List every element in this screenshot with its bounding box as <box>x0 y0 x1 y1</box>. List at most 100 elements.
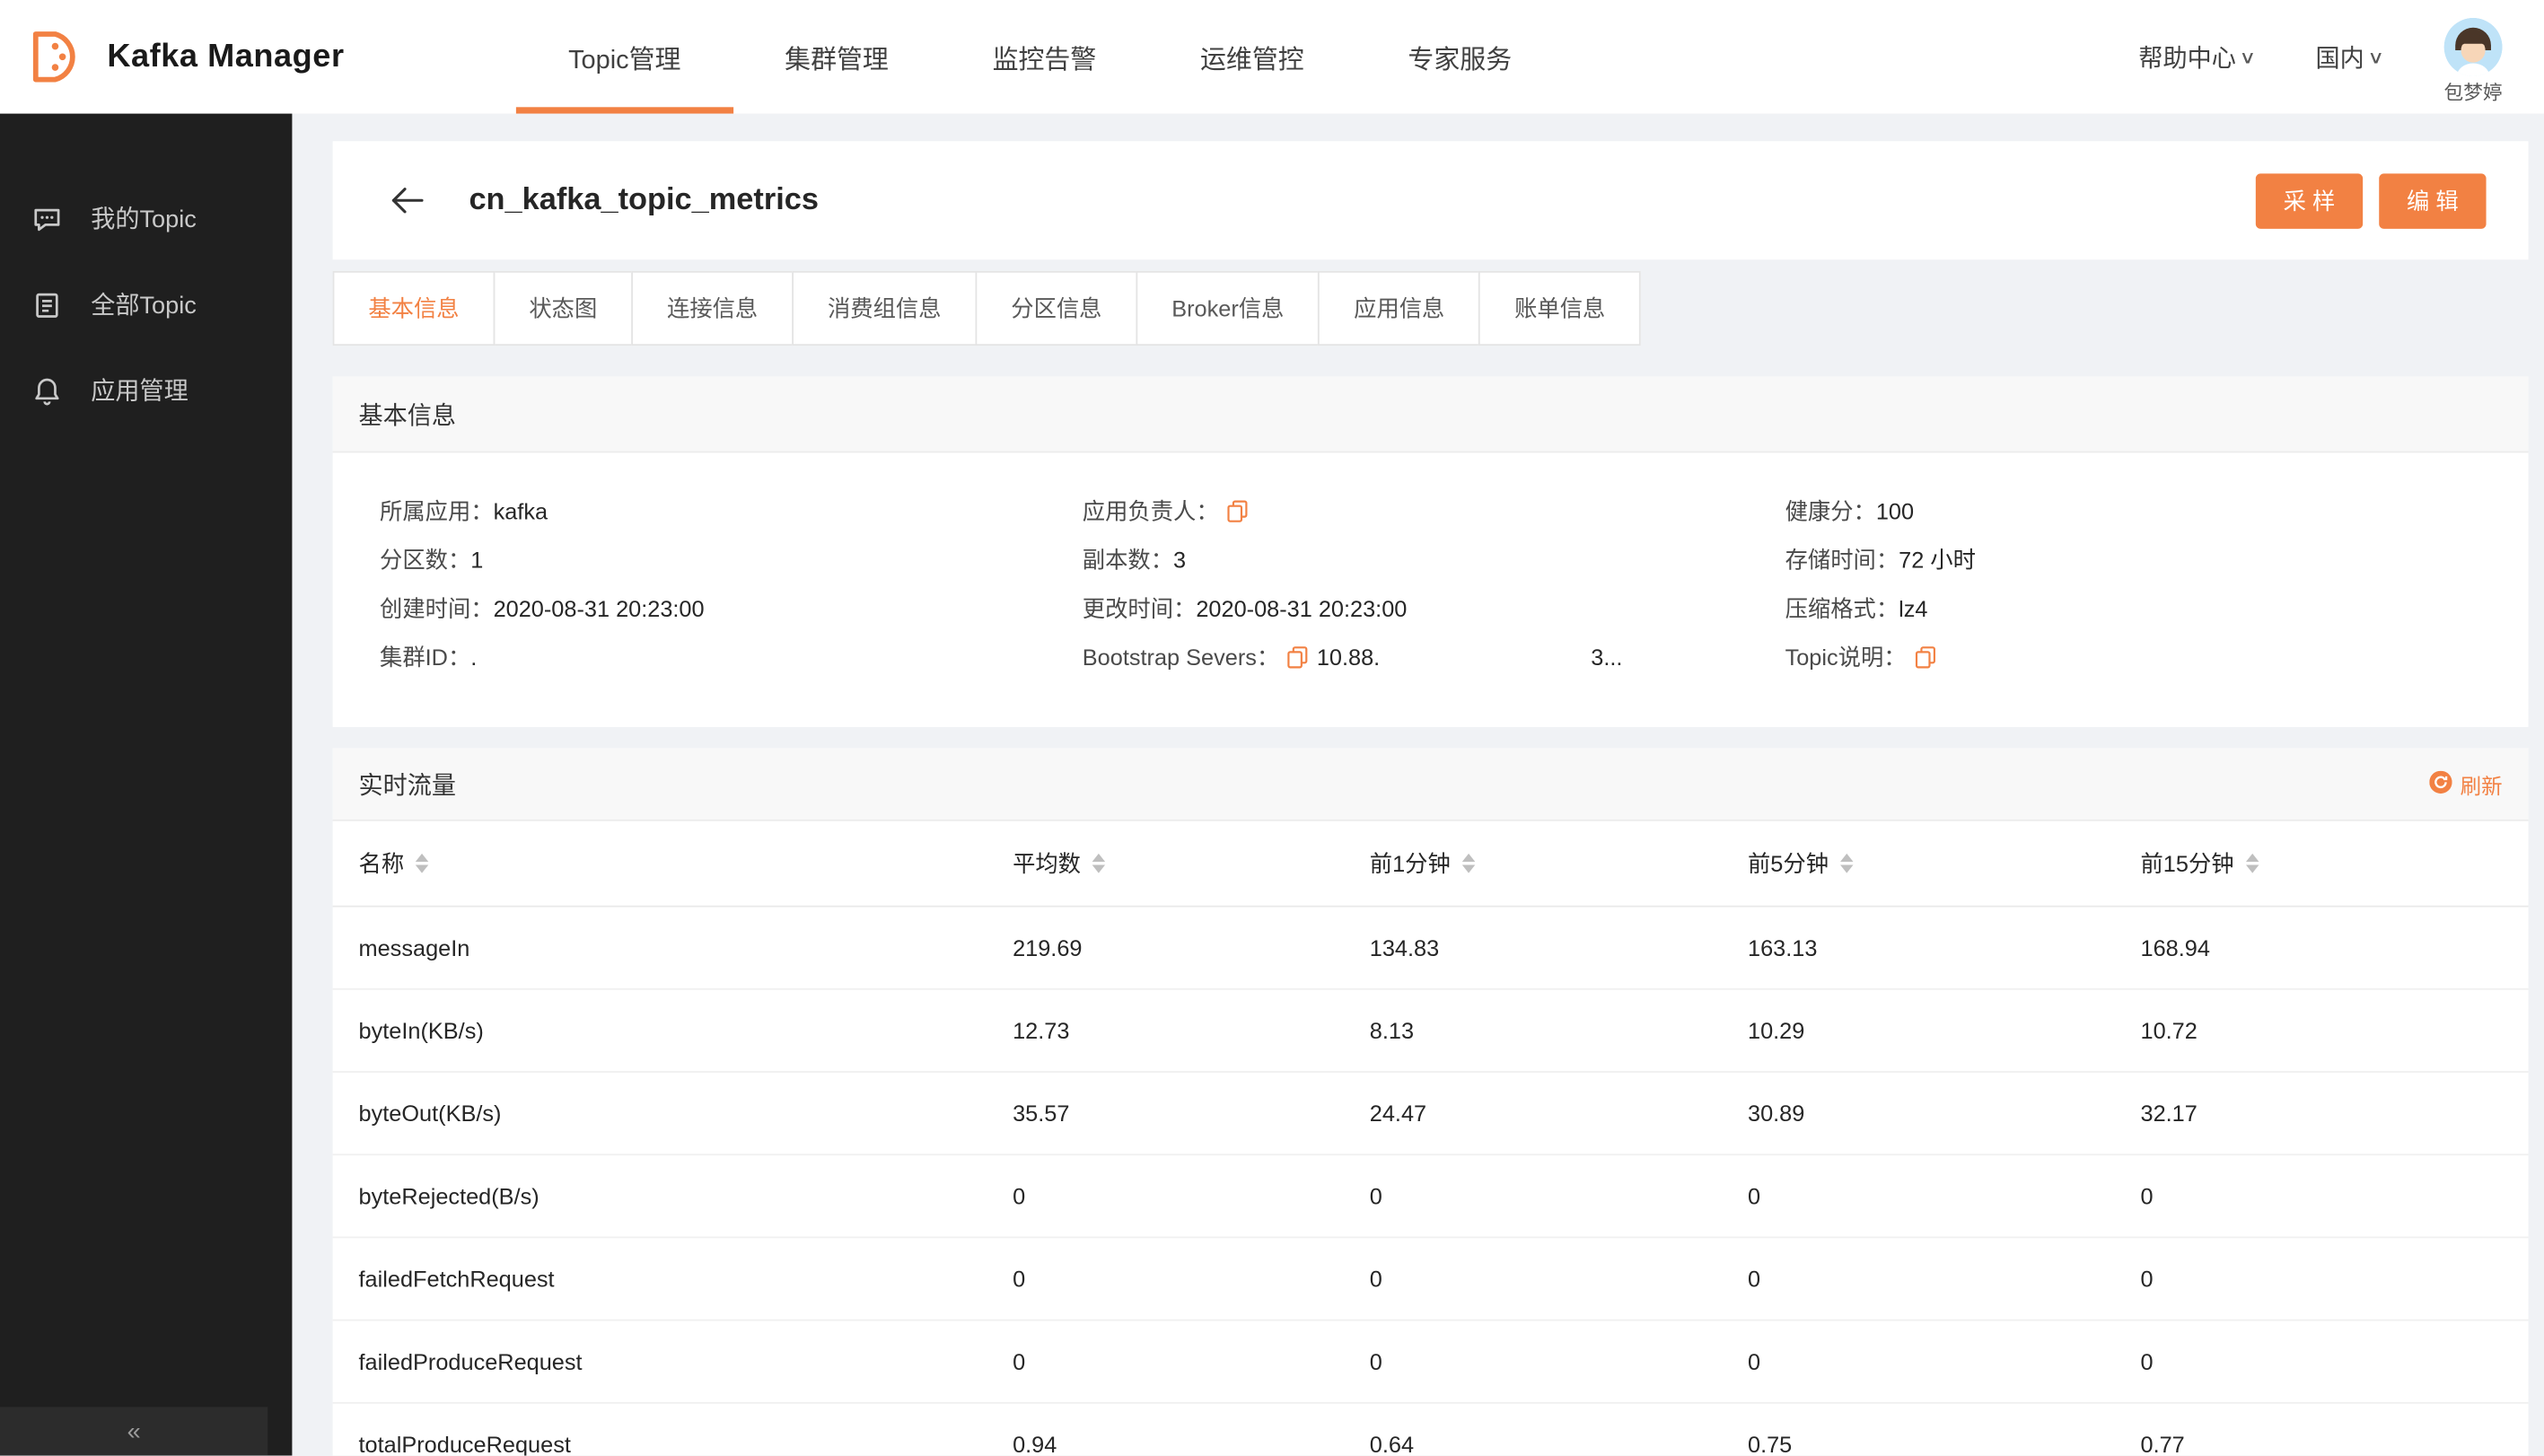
metric-value: 30.89 <box>1748 1100 1805 1127</box>
field-modify-time: 更改时间： 2020-08-31 20:23:00 <box>1082 595 1408 622</box>
table-row: messageIn 219.69 134.83 163.13 168.94 <box>332 908 2529 990</box>
field-partition-count: 分区数： 1 <box>380 547 484 574</box>
metric-value: 0 <box>1369 1182 1382 1209</box>
table-row: totalProduceRequest 0.94 0.64 0.75 0.77 <box>333 1404 2529 1456</box>
field-bootstrap-servers: Bootstrap Severs： 10.88. 3... <box>1082 644 1623 671</box>
collapse-icon: « <box>127 1417 141 1445</box>
tab-consumer-group-info[interactable]: 消费组信息 <box>792 270 978 346</box>
column-header-last-15min[interactable]: 前15分钟 <box>2140 847 2528 880</box>
metric-value: 0.64 <box>1369 1431 1415 1456</box>
copy-icon[interactable] <box>1915 646 1936 669</box>
metric-value: 8.13 <box>1369 1017 1415 1044</box>
nav-item-cluster-management[interactable]: 集群管理 <box>732 0 940 114</box>
metric-value: 32.17 <box>2140 1100 2197 1127</box>
tab-basic-info[interactable]: 基本信息 <box>332 270 496 346</box>
sort-icon[interactable] <box>1092 853 1106 873</box>
metric-value: 0.75 <box>1748 1431 1793 1456</box>
sort-icon[interactable] <box>1839 853 1854 873</box>
tab-broker-info[interactable]: Broker信息 <box>1136 270 1320 346</box>
metric-name: messageIn <box>358 934 470 961</box>
refresh-label: 刷新 <box>2460 773 2503 798</box>
help-center-menu[interactable]: 帮助中心 ∨ <box>2138 39 2257 74</box>
region-menu[interactable]: 国内 ∨ <box>2315 39 2385 74</box>
metric-value: 0 <box>2140 1182 2154 1209</box>
metric-value: 134.83 <box>1369 934 1440 961</box>
refresh-icon <box>2429 769 2452 798</box>
metric-value: 0 <box>1748 1182 1761 1209</box>
sample-button[interactable]: 采 样 <box>2255 172 2364 228</box>
column-header-name[interactable]: 名称 <box>359 847 1013 880</box>
sidebar-item-app-management[interactable]: 应用管理 <box>0 347 292 434</box>
tab-app-info[interactable]: 应用信息 <box>1318 270 1481 346</box>
sort-icon[interactable] <box>2245 853 2259 873</box>
field-retention-time: 存储时间： 72 小时 <box>1785 547 1976 574</box>
user-menu[interactable]: 包梦婷 <box>2443 17 2503 106</box>
sidebar-item-label: 应用管理 <box>91 378 189 406</box>
chat-icon <box>30 200 66 236</box>
nav-item-ops-control[interactable]: 运维管控 <box>1148 0 1355 114</box>
metric-value: 12.73 <box>1013 1017 1070 1044</box>
tab-connection-info[interactable]: 连接信息 <box>631 270 794 346</box>
chevron-down-icon: ∨ <box>2367 48 2385 68</box>
detail-tabs: 基本信息 状态图 连接信息 消费组信息 分区信息 Broker信息 应用信息 账… <box>332 270 2529 346</box>
help-center-label: 帮助中心 <box>2138 44 2236 73</box>
page-header: cn_kafka_topic_metrics 采 样 编 辑 <box>332 141 2529 260</box>
edit-button[interactable]: 编 辑 <box>2379 172 2487 228</box>
header-actions: 采 样 编 辑 <box>2255 172 2487 228</box>
table-row: failedProduceRequest 0 0 0 0 <box>332 1321 2529 1404</box>
metric-name: byteIn(KB/s) <box>358 1017 484 1044</box>
field-topic-description: Topic说明： <box>1785 633 2529 681</box>
metric-name: byteRejected(B/s) <box>358 1182 540 1209</box>
brand[interactable]: Kafka Manager <box>0 0 345 114</box>
back-button[interactable] <box>391 187 424 215</box>
field-replica-count: 副本数： 3 <box>1082 547 1187 574</box>
tab-status-chart[interactable]: 状态图 <box>493 270 634 346</box>
metric-value: 0 <box>1013 1266 1026 1293</box>
metric-value: 219.69 <box>1013 934 1083 961</box>
metric-value: 35.57 <box>1013 1100 1070 1127</box>
copy-icon[interactable] <box>1227 500 1249 522</box>
avatar <box>2443 17 2503 76</box>
field-owner-app: 所属应用： kafka <box>380 497 548 524</box>
user-name: 包梦婷 <box>2443 81 2503 104</box>
sidebar-collapse-button[interactable]: « <box>0 1407 268 1456</box>
scale-wrapper: Kafka Manager Topic管理 集群管理 监控告警 运维管控 专家服… <box>0 0 2544 1456</box>
metric-value: 163.13 <box>1748 934 1818 961</box>
nav-item-topic-management[interactable]: Topic管理 <box>516 0 733 114</box>
tab-billing-info[interactable]: 账单信息 <box>1478 270 1642 346</box>
column-header-last-1min[interactable]: 前1分钟 <box>1370 847 1748 880</box>
region-label: 国内 <box>2315 44 2364 73</box>
column-header-average[interactable]: 平均数 <box>1013 847 1370 880</box>
realtime-traffic-card: 实时流量 刷新 名称 平均数 前1分钟 前5分钟 前15分钟 messageIn… <box>332 748 2529 1456</box>
brand-title: Kafka Manager <box>107 38 345 75</box>
nav-item-monitor-alert[interactable]: 监控告警 <box>941 0 1148 114</box>
page-title: cn_kafka_topic_metrics <box>469 182 819 217</box>
metric-name: failedFetchRequest <box>358 1266 555 1293</box>
metric-value: 10.72 <box>2140 1017 2197 1044</box>
metric-value: 0 <box>1369 1348 1382 1375</box>
bell-icon <box>30 373 66 408</box>
sidebar-item-my-topic[interactable]: 我的Topic <box>0 175 292 261</box>
metric-value: 0 <box>1013 1182 1026 1209</box>
metric-value: 168.94 <box>2140 934 2210 961</box>
chevron-down-icon: ∨ <box>2239 48 2257 68</box>
tab-partition-info[interactable]: 分区信息 <box>975 270 1138 346</box>
basic-info-section-header: 基本信息 <box>332 376 2529 453</box>
metric-name: totalProduceRequest <box>358 1431 571 1456</box>
copy-icon[interactable] <box>1287 646 1309 669</box>
sidebar-item-all-topic[interactable]: 全部Topic <box>0 261 292 347</box>
basic-info-grid: 所属应用： kafka 应用负责人： 健康分： 100 分区数： 1 副本数： … <box>333 452 2529 727</box>
sort-icon[interactable] <box>415 853 429 873</box>
metric-value: 0 <box>1748 1348 1761 1375</box>
nav-item-expert-service[interactable]: 专家服务 <box>1356 0 1564 114</box>
section-title: 实时流量 <box>358 771 457 800</box>
field-health-score: 健康分： 100 <box>1785 497 1915 524</box>
column-header-last-5min[interactable]: 前5分钟 <box>1748 847 2140 880</box>
main-content: cn_kafka_topic_metrics 采 样 编 辑 基本信息 状态图 … <box>292 114 2544 1456</box>
sidebar: 我的Topic 全部Topic 应用管理 « <box>0 113 293 1456</box>
sort-icon[interactable] <box>1461 853 1475 873</box>
metric-value: 0 <box>2140 1348 2154 1375</box>
refresh-button[interactable]: 刷新 <box>2429 768 2503 799</box>
metric-value: 0.77 <box>2140 1431 2185 1456</box>
table-row: byteIn(KB/s) 12.73 8.13 10.29 10.72 <box>332 990 2529 1073</box>
